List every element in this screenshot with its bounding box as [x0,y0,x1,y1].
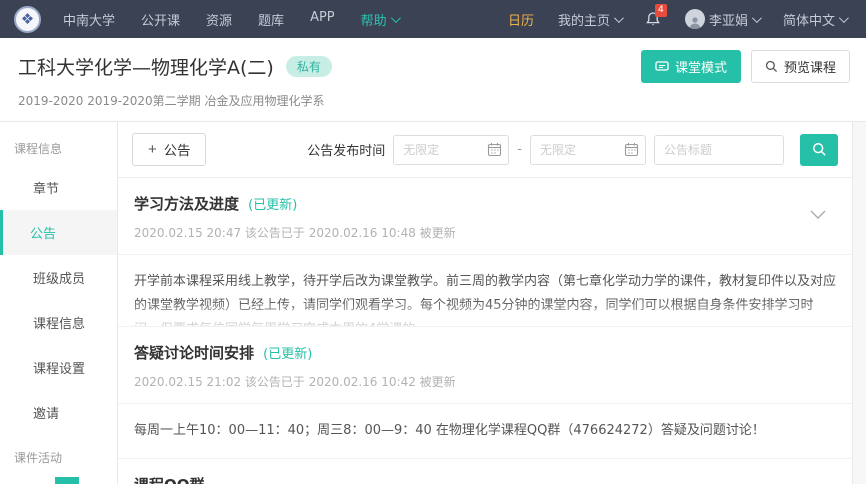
announcement-body: 开学前本课程采用线上教学，待开学后改为课堂教学。前三周的教学内容（第七章化学动力… [118,255,852,327]
announcement-body: 每周一上午10：00—11：40；周三8：00—9：40 在物理化学课程QQ群（… [118,404,852,459]
chevron-down-icon [391,13,401,23]
sidebar-item-invite[interactable]: 邀请 [0,390,117,435]
top-navbar: ❖ 中南大学 公开课 资源 题库 APP 帮助 日历 我的主页 4 [0,0,866,38]
announcement-item: 答疑讨论时间安排 (已更新) 2020.02.15 21:02 该公告已于 20… [118,327,852,459]
chevron-down-icon[interactable] [810,210,826,219]
cutoff-teal-element [55,477,79,484]
updated-tag: (已更新) [248,198,297,213]
sidebar-section-course-info: 课程信息 [0,126,117,165]
date-from-field [393,135,509,165]
announcement-item: 课程QQ群 2020.02.15 20:24 为便于通知和讨论问题，本课程组建了… [118,459,852,484]
chevron-down-icon [752,13,762,23]
person-icon [688,15,702,29]
announcements-toolbar: + 公告 公告发布时间 - [118,122,852,178]
title-search-field [654,135,784,165]
add-announcement-button[interactable]: + 公告 [132,133,206,166]
course-header: 工科大学化学—物理化学A(二) 私有 课堂模式 预览课程 2019-2020 2… [0,38,866,122]
publish-time-label: 公告发布时间 [307,140,385,159]
user-avatar [685,9,705,29]
preview-course-label: 预览课程 [784,57,836,76]
user-menu[interactable]: 李亚娟 [685,9,759,29]
announcement-header[interactable]: 学习方法及进度 (已更新) 2020.02.15 20:47 该公告已于 202… [118,178,852,255]
title-search-input[interactable] [654,135,784,165]
nav-item-university[interactable]: 中南大学 [63,10,115,29]
classroom-mode-button[interactable]: 课堂模式 [641,50,741,83]
announcement-item: 学习方法及进度 (已更新) 2020.02.15 20:47 该公告已于 202… [118,178,852,327]
nav-item-open-courses[interactable]: 公开课 [141,10,180,29]
nav-item-resources[interactable]: 资源 [206,10,232,29]
chevron-down-icon [839,13,849,23]
notifications-button[interactable]: 4 [645,11,661,28]
course-subtitle: 2019-2020 2019-2020第二学期 冶金及应用物理化学系 [18,92,850,109]
navbar-right: 日历 我的主页 4 李亚娟 简体中文 [508,9,846,29]
search-icon [812,142,827,157]
announcements-panel: + 公告 公告发布时间 - [118,122,853,484]
sidebar-item-course-settings[interactable]: 课程设置 [0,345,117,390]
plus-icon: + [148,142,157,157]
logo-mark: ❖ [21,10,34,28]
help-label: 帮助 [361,10,387,29]
my-home-dropdown[interactable]: 我的主页 [558,10,621,29]
private-badge: 私有 [286,56,332,77]
sidebar-item-course-info[interactable]: 课程信息 [0,300,117,345]
sidebar-item-class-members[interactable]: 班级成员 [0,255,117,300]
announcement-title[interactable]: 课程QQ群 [134,476,205,484]
language-label: 简体中文 [783,10,835,29]
classroom-icon [655,61,669,73]
sidebar-section-courseware-activities: 课件活动 [0,435,117,474]
calendar-link[interactable]: 日历 [508,10,534,29]
nav-item-app[interactable]: APP [310,10,335,29]
announcement-meta: 2020.02.15 20:47 该公告已于 2020.02.16 10:48 … [134,224,836,241]
add-announcement-label: 公告 [164,140,191,159]
announcement-meta: 2020.02.15 21:02 该公告已于 2020.02.16 10:42 … [134,373,836,390]
calendar-icon[interactable] [624,142,639,157]
announcement-header[interactable]: 课程QQ群 2020.02.15 20:24 [118,459,852,484]
announcement-title[interactable]: 学习方法及进度 [134,195,239,213]
chevron-down-icon [614,13,624,23]
nav-item-help[interactable]: 帮助 [361,10,398,29]
announcement-filter: 公告发布时间 - [307,134,838,166]
classroom-mode-label: 课堂模式 [675,57,727,76]
university-logo-icon[interactable]: ❖ [14,6,41,33]
my-home-label: 我的主页 [558,10,610,29]
calendar-icon[interactable] [487,142,502,157]
date-to-field [530,135,646,165]
nav-item-question-bank[interactable]: 题库 [258,10,284,29]
announcement-header[interactable]: 答疑讨论时间安排 (已更新) 2020.02.15 21:02 该公告已于 20… [118,327,852,404]
sidebar-item-announcements[interactable]: 公告 [0,210,117,255]
course-sidebar: 课程信息 章节 公告 班级成员 课程信息 课程设置 邀请 课件活动 课件 作业 … [0,122,118,484]
updated-tag: (已更新) [263,347,312,362]
right-gutter [853,122,866,484]
search-icon [765,60,778,73]
language-selector[interactable]: 简体中文 [783,10,846,29]
preview-course-button[interactable]: 预览课程 [751,50,850,83]
search-button[interactable] [800,134,838,166]
nav-menu: 中南大学 公开课 资源 题库 APP 帮助 [63,10,398,29]
date-range-separator: - [517,142,522,157]
notification-count-badge: 4 [655,4,667,17]
user-name: 李亚娟 [709,10,748,29]
sidebar-item-chapters[interactable]: 章节 [0,165,117,210]
announcement-title[interactable]: 答疑讨论时间安排 [134,344,254,362]
page-title: 工科大学化学—物理化学A(二) [18,53,274,80]
